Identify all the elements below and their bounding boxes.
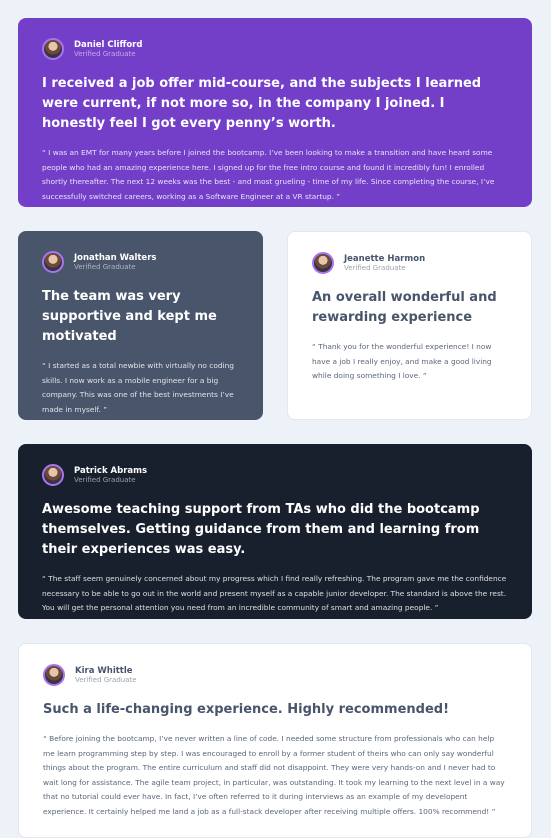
testimonial-header: Jonathan Walters Verified Graduate (42, 251, 239, 273)
author-role: Verified Graduate (74, 49, 136, 58)
testimonial-body: “ The staff seem genuinely concerned abo… (42, 574, 507, 612)
author-name: Jonathan Walters (74, 252, 157, 263)
testimonial-card-patrick: Patrick Abrams Verified Graduate Awesome… (18, 444, 532, 619)
testimonial-body: “ Thank you for the wonderful experience… (312, 342, 492, 380)
author-info: Daniel Clifford Verified Graduate (74, 40, 142, 59)
author-name: Daniel Clifford (74, 39, 143, 50)
testimonial-title: Such a life-changing experience. Highly … (43, 702, 450, 717)
testimonial-title: An overall wonderful and rewarding exper… (312, 290, 497, 325)
author-role: Verified Graduate (75, 675, 137, 684)
avatar (312, 252, 334, 274)
author-name: Jeanette Harmon (344, 253, 426, 264)
testimonial-body: “ Before joining the bootcamp, I’ve neve… (43, 734, 505, 816)
author-role: Verified Graduate (344, 263, 406, 272)
author-info: Jeanette Harmon Verified Graduate (344, 254, 425, 273)
testimonial-header: Patrick Abrams Verified Graduate (42, 464, 508, 486)
author-name: Kira Whittle (75, 665, 133, 676)
testimonial-card-daniel: Daniel Clifford Verified Graduate I rece… (18, 18, 532, 207)
author-info: Patrick Abrams Verified Graduate (74, 466, 147, 485)
author-info: Kira Whittle Verified Graduate (75, 666, 137, 685)
testimonial-body: “ I started as a total newbie with virtu… (42, 361, 234, 414)
testimonial-title: I received a job offer mid-course, and t… (42, 76, 482, 131)
testimonial-header: Kira Whittle Verified Graduate (43, 664, 507, 686)
testimonial-card-kira: Kira Whittle Verified Graduate Such a li… (18, 643, 532, 838)
testimonial-header: Daniel Clifford Verified Graduate (42, 38, 508, 60)
testimonial-body: “ I was an EMT for many years before I j… (42, 148, 495, 201)
testimonial-title: Awesome teaching support from TAs who di… (42, 502, 480, 557)
testimonial-card-jonathan: Jonathan Walters Verified Graduate The t… (18, 231, 263, 420)
testimonial-title: The team was very supportive and kept me… (42, 289, 217, 344)
avatar (42, 251, 64, 273)
testimonial-card-jeanette: Jeanette Harmon Verified Graduate An ove… (287, 231, 532, 420)
author-name: Patrick Abrams (74, 465, 148, 476)
testimonial-header: Jeanette Harmon Verified Graduate (312, 252, 507, 274)
avatar (42, 464, 64, 486)
avatar (42, 38, 64, 60)
author-role: Verified Graduate (74, 262, 136, 271)
author-info: Jonathan Walters Verified Graduate (74, 253, 156, 272)
author-role: Verified Graduate (74, 475, 136, 484)
avatar (43, 664, 65, 686)
